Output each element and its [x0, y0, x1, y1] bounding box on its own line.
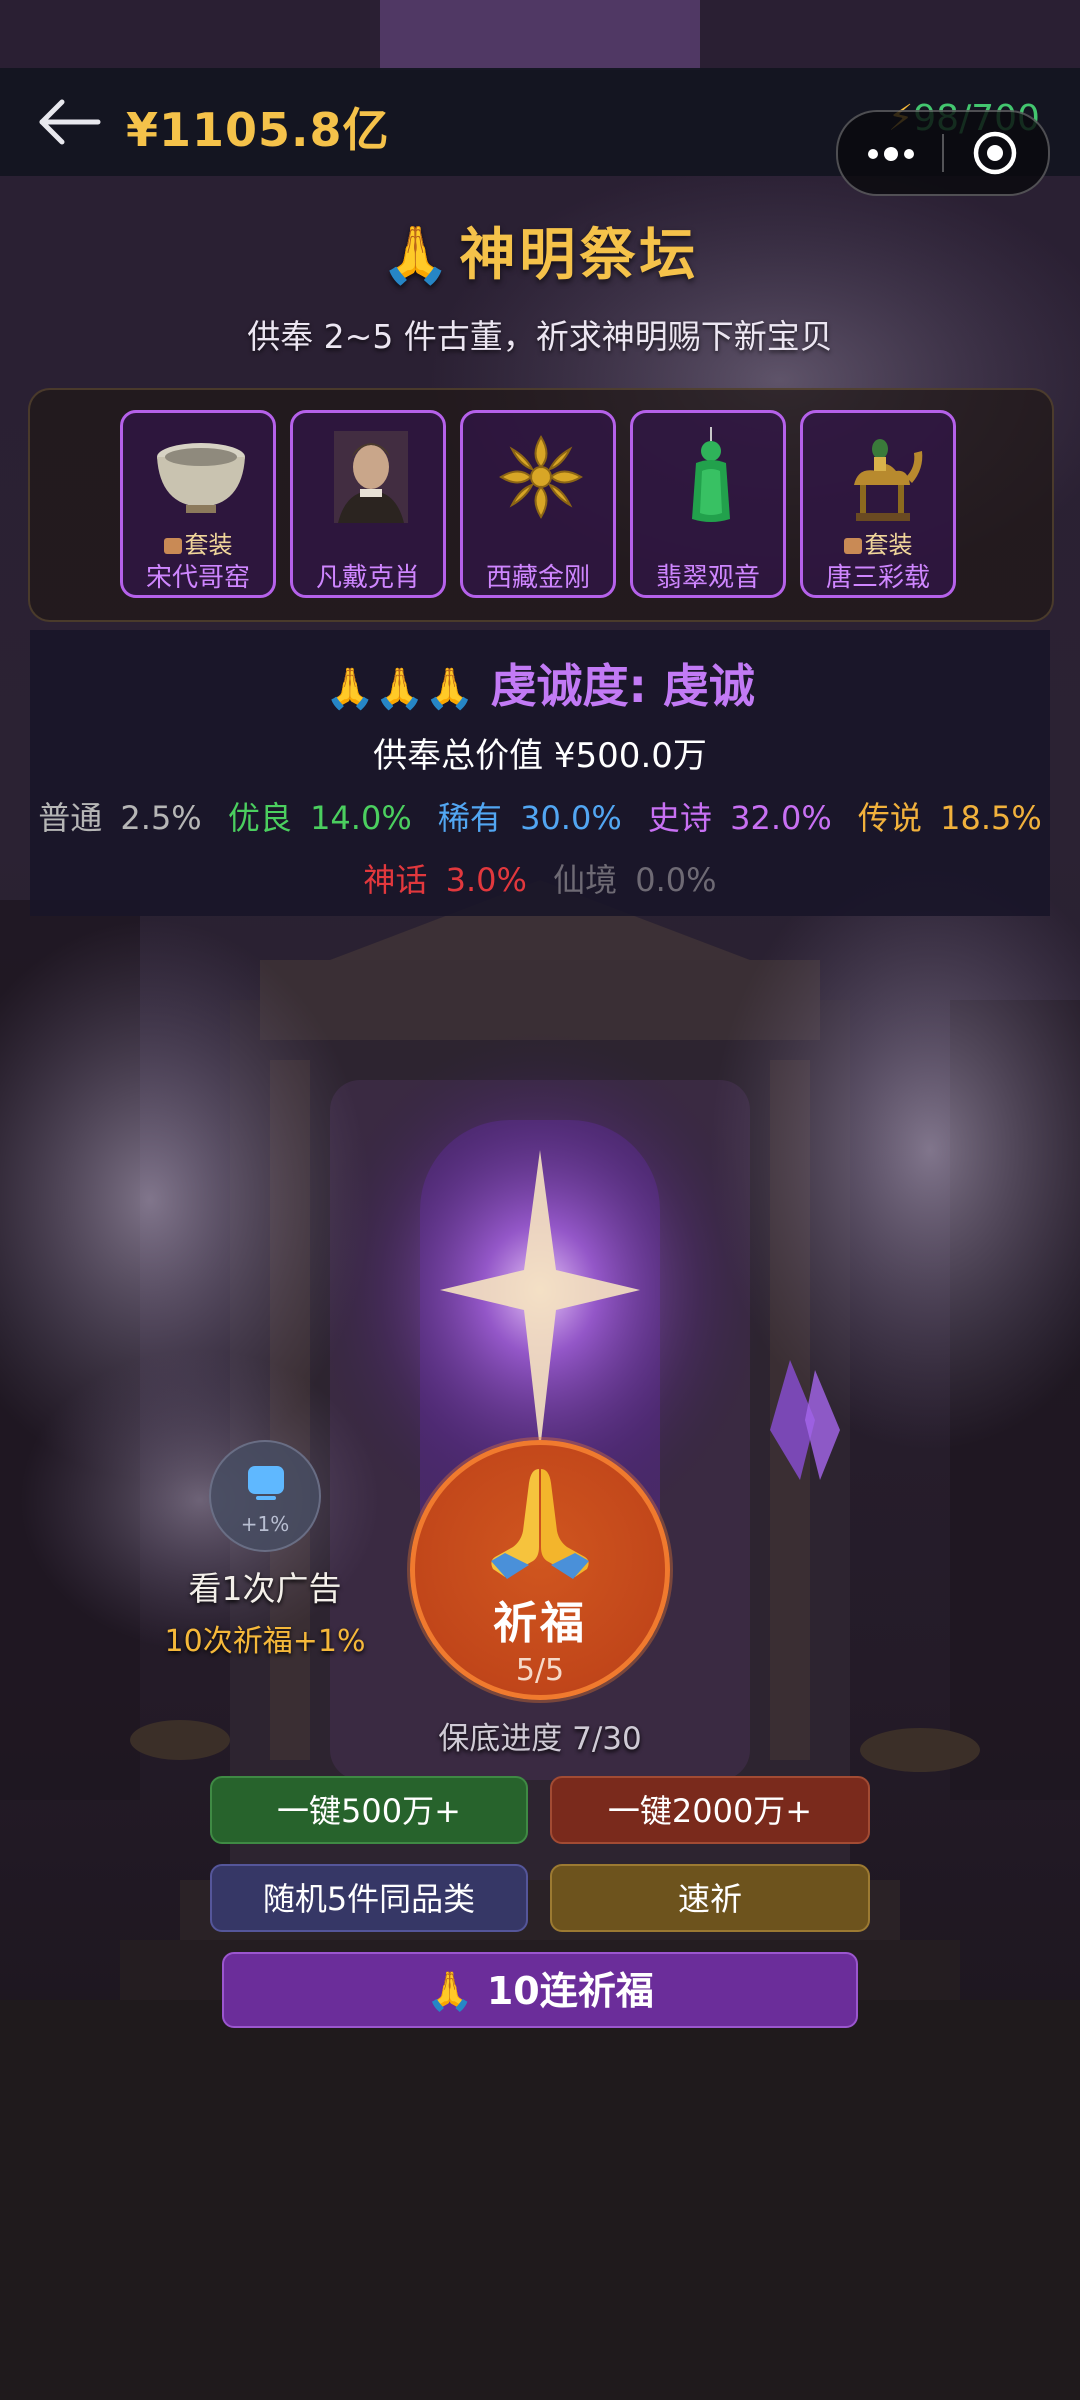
tv-icon	[248, 1466, 284, 1500]
pray-button[interactable]: 祈福 5/5	[410, 1440, 670, 1700]
random-five-button[interactable]: 随机5件同品类	[210, 1864, 528, 1932]
pray-label: 祈福	[493, 1598, 587, 1649]
one-click-500w-button[interactable]: 一键500万+	[210, 1776, 528, 1844]
offering-slot[interactable]: 凡戴克肖	[290, 410, 446, 598]
rarity-rates-row2: 神话 3.0% 仙境 0.0%	[30, 855, 1050, 901]
ad-bonus: +1%	[240, 1512, 290, 1536]
pray-count: 5/5	[515, 1653, 565, 1688]
rate-epic: 史诗 32.0%	[647, 799, 832, 837]
rate-rare: 稀有 30.0%	[437, 799, 622, 837]
close-miniprogram-icon[interactable]	[972, 130, 1018, 176]
page-title: 🙏 神明祭坛	[0, 210, 1080, 291]
offering-slot[interactable]: 套装 宋代哥窑	[120, 410, 276, 598]
rate-fairyland: 仙境 0.0%	[553, 861, 717, 899]
back-arrow-icon[interactable]	[34, 96, 104, 148]
jade-guanyin-icon	[692, 427, 730, 522]
tang-camel-icon	[854, 439, 923, 521]
offering-slot[interactable]: 翡翠观音	[630, 410, 786, 598]
offering-name: 翡翠观音	[655, 563, 760, 593]
rate-legendary: 传说 18.5%	[857, 799, 1042, 837]
set-tag: 套装	[123, 525, 273, 560]
offering-slot[interactable]: 套装 唐三彩载	[800, 410, 956, 598]
vajra-icon	[499, 435, 583, 519]
portrait-icon	[334, 431, 408, 523]
offering-slots-panel: 套装 宋代哥窑 凡戴克肖 西藏金刚 翡翠观音 套装 唐三彩载	[28, 388, 1054, 622]
offering-name: 宋代哥窑	[145, 563, 250, 593]
more-menu-icon[interactable]	[868, 144, 920, 163]
capsule-divider	[942, 134, 944, 172]
set-tag: 套装	[803, 525, 953, 560]
top-bar: ¥1105.8亿 ⚡98/700	[0, 68, 1080, 196]
pity-progress: 保底进度 7/30	[438, 1721, 642, 1757]
quick-pray-button[interactable]: 速祈	[550, 1864, 870, 1932]
ad-circle[interactable]: +1%	[209, 1440, 321, 1552]
rarity-rates: 普通 2.5% 优良 14.0% 稀有 30.0% 史诗 32.0% 传说 18…	[30, 793, 1050, 839]
miniprogram-capsule	[836, 110, 1050, 196]
devotion-panel: 🙏🙏🙏 虔诚度: 虔诚 供奉总价值 ¥500.0万 普通 2.5% 优良 14.…	[30, 630, 1050, 916]
temple-background	[0, 0, 1080, 2400]
ad-reward: 10次祈福+1%	[164, 1624, 366, 1659]
set-tag-label: 套装	[184, 531, 233, 559]
ad-label: 看1次广告	[188, 1569, 342, 1608]
devotion-title: 🙏🙏🙏 虔诚度: 虔诚	[30, 650, 1050, 716]
pray-hands-icon	[491, 1469, 589, 1579]
celadon-bowl-icon	[157, 443, 245, 513]
one-click-2000w-button[interactable]: 一键2000万+	[550, 1776, 870, 1844]
pray-hands-icon: 🙏🙏🙏	[325, 666, 475, 712]
rate-common: 普通 2.5%	[38, 799, 202, 837]
rate-good: 优良 14.0%	[227, 799, 412, 837]
rate-mythic: 神话 3.0%	[363, 861, 527, 899]
offering-name: 凡戴克肖	[315, 563, 420, 593]
pray-hands-icon: 🙏	[426, 1969, 474, 2013]
money-balance: ¥1105.8亿	[126, 103, 390, 157]
box-icon	[163, 538, 182, 554]
offering-slot[interactable]: 西藏金刚	[460, 410, 616, 598]
offering-name: 唐三彩载	[825, 563, 930, 593]
total-offering-value: 供奉总价值 ¥500.0万	[373, 736, 707, 776]
page-title-text: 神明祭坛	[459, 223, 700, 288]
pray-hands-icon: 🙏	[380, 223, 455, 288]
ten-pray-label: 10连祈福	[486, 1969, 654, 2013]
watch-ad-button[interactable]: +1% 看1次广告 10次祈福+1%	[160, 1440, 370, 1660]
offering-name: 西藏金刚	[485, 563, 590, 593]
box-icon	[843, 538, 862, 554]
ten-pray-button[interactable]: 🙏 10连祈福	[222, 1952, 858, 2028]
devotion-level: 虔诚度: 虔诚	[490, 659, 755, 713]
page-subtitle: 供奉 2~5 件古董，祈求神明赐下新宝贝	[247, 317, 833, 356]
set-tag-label: 套装	[864, 531, 913, 559]
